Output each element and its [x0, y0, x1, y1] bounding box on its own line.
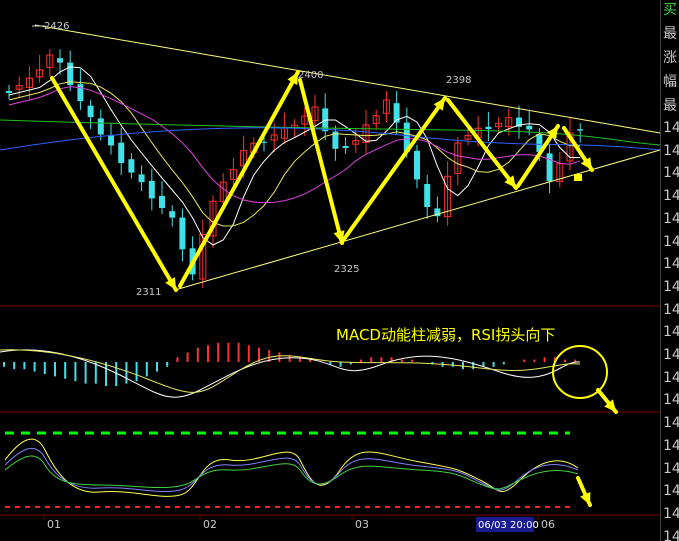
- candle-body-down: [108, 134, 114, 146]
- candle-body-down: [424, 184, 431, 207]
- price-axis-label: 14: [663, 460, 679, 477]
- price-axis-label: 14: [663, 188, 679, 205]
- price-axis-label: 14: [663, 369, 679, 386]
- candle-body-down: [6, 91, 12, 93]
- candle-body-down: [77, 84, 84, 102]
- projection-marker: [574, 174, 582, 181]
- candle-body-down: [138, 174, 145, 183]
- price-axis-label: 14: [663, 301, 679, 318]
- candle-body-down: [577, 129, 584, 131]
- candle-body-down: [169, 211, 176, 218]
- chart-canvas: 2426 2400 2398 2325 2311 01 02 03 0606/03 20:00…: [0, 21, 661, 532]
- price-axis-label: 14: [663, 483, 679, 500]
- price-axis-label: 14: [663, 233, 679, 250]
- buy-label: 买: [663, 2, 677, 18]
- candle-body-down: [87, 105, 94, 117]
- candle-body-down: [159, 196, 165, 208]
- quote-field-label: 涨: [663, 50, 677, 66]
- candle-body-down: [148, 180, 155, 199]
- price-axis-label: 14: [663, 437, 679, 454]
- candle-body-down: [57, 58, 63, 63]
- x-tick-label: 06: [541, 518, 555, 531]
- candle-body-down: [118, 142, 125, 163]
- price-axis-label: 14: [663, 392, 679, 409]
- quote-field-label: 最: [663, 26, 677, 42]
- candle-body-down: [128, 159, 135, 173]
- price-label: 2400: [298, 70, 323, 81]
- candle-body-down: [546, 153, 553, 182]
- price-label: 2325: [334, 264, 359, 275]
- arrow-up-1: [178, 70, 300, 288]
- candle-body-down: [485, 126, 492, 130]
- price-label: 2426: [44, 21, 69, 32]
- price-axis-label: 14: [663, 142, 679, 159]
- macd-dea-line: [0, 349, 581, 393]
- macd-panel: [0, 342, 608, 399]
- candle-body-down: [526, 125, 533, 130]
- candle-body-down: [261, 141, 267, 143]
- price-axis-label: 14: [663, 528, 679, 541]
- price-axis-label: 14: [663, 256, 679, 273]
- price-axis-label: 14: [663, 415, 679, 432]
- price-axis-label: 14: [663, 347, 679, 363]
- price-label: 2398: [446, 75, 471, 86]
- quote-field-label: 最: [663, 98, 677, 114]
- x-tick-label: 01: [47, 518, 61, 531]
- highlight-time: 06/03 20:00: [478, 520, 539, 531]
- price-axis-label: 14: [663, 324, 679, 341]
- x-tick-label: 03: [355, 518, 369, 531]
- price-label: 2311: [136, 287, 161, 298]
- arrow-down-2: [298, 78, 344, 245]
- candle-body-down: [414, 150, 420, 180]
- trend-lines: [34, 24, 661, 291]
- price-axis-label: 14: [663, 120, 679, 136]
- panel-dividers: [0, 305, 660, 516]
- candle-body-down: [97, 118, 104, 135]
- candle-body-down: [342, 146, 349, 148]
- ma-white: [8, 66, 581, 246]
- x-axis: 01 02 03 0606/03 20:00: [43, 515, 555, 532]
- price-axis-label: 14: [663, 278, 679, 295]
- quote-field-label: 幅: [663, 74, 677, 90]
- annotation-text: MACD动能柱减弱，RSI拐头向下: [336, 326, 555, 344]
- x-tick-label: 02: [203, 518, 217, 531]
- price-axis-label: 14: [663, 210, 679, 227]
- arrow-down-1: [50, 76, 178, 292]
- rsi-panel: [4, 431, 579, 508]
- macd-highlight-circle: [552, 345, 608, 399]
- price-axis-label: 14: [663, 165, 679, 182]
- quote-side-panel: 买 最涨幅最 141414141414141414141414141414141…: [660, 0, 679, 541]
- arrow-up-2: [340, 96, 447, 244]
- descending-trendline: [34, 24, 661, 134]
- rsi-line-3: [4, 455, 579, 490]
- candle-body-down: [179, 217, 186, 250]
- price-axis-label: 14: [663, 505, 679, 522]
- candlestick-series: [6, 49, 584, 288]
